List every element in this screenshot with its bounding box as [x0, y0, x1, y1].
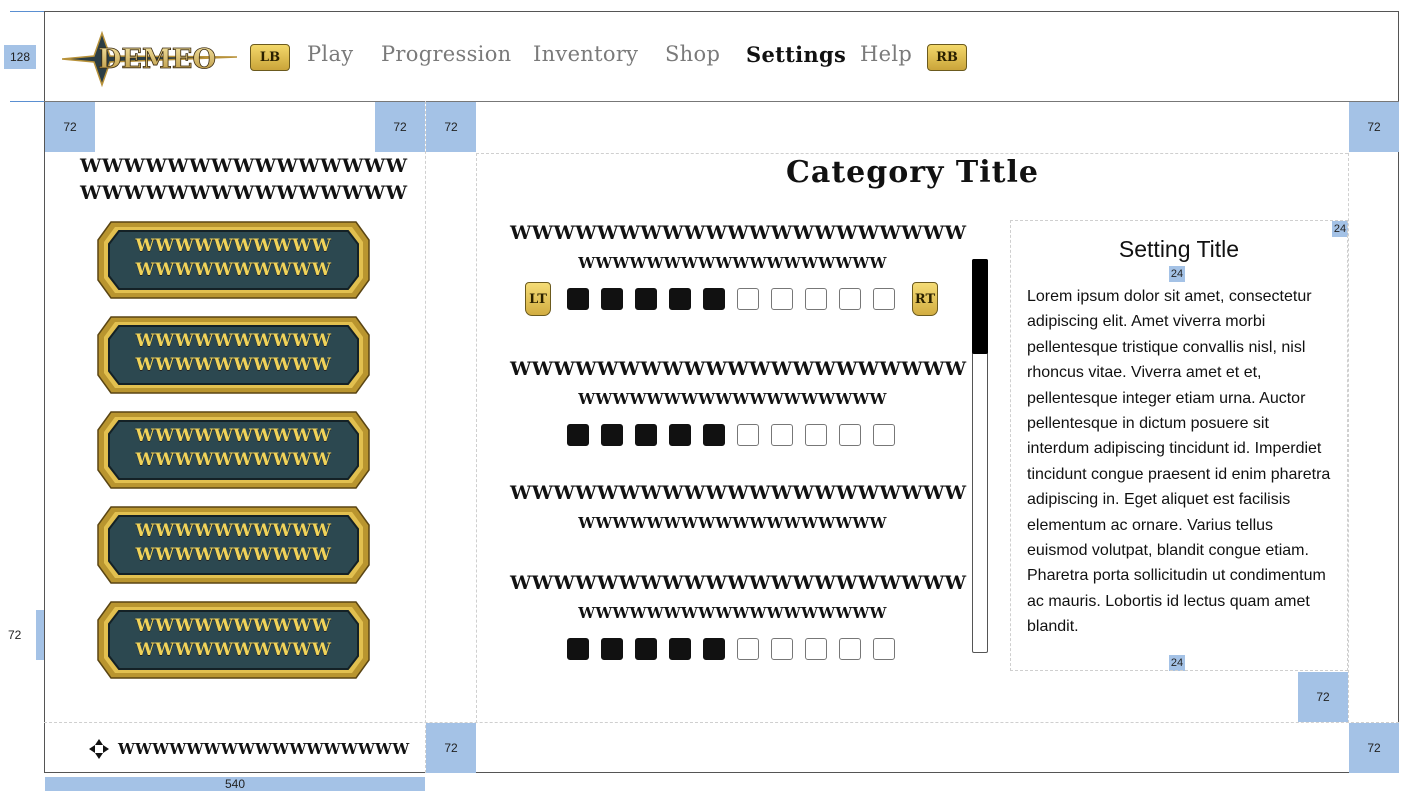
setting-value: WWWWWWWWWWWWWWWWWW	[578, 254, 887, 272]
tab-help[interactable]: Help	[860, 42, 912, 66]
guide-line	[10, 11, 44, 12]
sidebar-button-label: WWWWWWWWWW	[135, 521, 332, 541]
level-box[interactable]	[873, 638, 895, 660]
setting-name: WWWWWWWWWWWWWWWWWWWWW	[510, 482, 967, 504]
level-box[interactable]	[873, 424, 895, 446]
annotation-padding: 72	[426, 102, 476, 152]
setting-level-meter[interactable]	[567, 638, 895, 660]
setting-value: WWWWWWWWWWWWWWWWWW	[578, 390, 887, 408]
tab-progression[interactable]: Progression	[381, 42, 511, 66]
sidebar-button-label: WWWWWWWWWW	[135, 355, 332, 375]
level-box[interactable]	[669, 288, 691, 310]
tab-inventory[interactable]: Inventory	[533, 42, 638, 66]
level-box[interactable]	[567, 638, 589, 660]
annotation-header-height: 128	[4, 45, 36, 69]
annotation-padding: 72	[1349, 723, 1399, 773]
level-box[interactable]	[567, 424, 589, 446]
content-guide	[476, 153, 1348, 154]
footer-guide	[44, 722, 1399, 723]
content-guide	[1348, 153, 1349, 723]
level-box[interactable]	[805, 288, 827, 310]
sidebar-heading-line: WWWWWWWWWWWWWWW	[80, 155, 408, 177]
sidebar-button-label: WWWWWWWWWW	[135, 545, 332, 565]
level-box[interactable]	[601, 424, 623, 446]
level-box[interactable]	[669, 638, 691, 660]
setting-name: WWWWWWWWWWWWWWWWWWWWW	[510, 222, 967, 244]
sidebar-button-label: WWWWWWWWWW	[135, 450, 332, 470]
level-box[interactable]	[737, 638, 759, 660]
right-trigger-button[interactable]: RT	[912, 282, 938, 316]
level-box[interactable]	[635, 424, 657, 446]
setting-name: WWWWWWWWWWWWWWWWWWWWW	[510, 358, 967, 380]
dpad-icon	[89, 739, 109, 759]
logo-text: DEMEO	[98, 44, 216, 75]
setting-value: WWWWWWWWWWWWWWWWWW	[578, 604, 887, 622]
setting-description-body: Lorem ipsum dolor sit amet, consectetur …	[1027, 288, 1331, 636]
level-box[interactable]	[839, 638, 861, 660]
column-divider	[425, 101, 426, 773]
right-bumper-button[interactable]: RB	[927, 44, 967, 71]
sidebar-category-button[interactable]: WWWWWWWWWW WWWWWWWWWW	[97, 315, 370, 395]
setting-description-panel: Setting Title Lorem ipsum dolor sit amet…	[1010, 220, 1348, 671]
annotation-left-72: 72	[8, 628, 22, 642]
sidebar-category-button[interactable]: WWWWWWWWWW WWWWWWWWWW	[97, 220, 370, 300]
sidebar-button-label: WWWWWWWWWW	[135, 260, 332, 280]
annotation-marker	[36, 610, 44, 660]
header-divider	[44, 101, 1399, 102]
setting-name: WWWWWWWWWWWWWWWWWWWWW	[510, 572, 967, 594]
setting-description-title: Setting Title	[1118, 236, 1240, 262]
tab-play[interactable]: Play	[307, 42, 353, 66]
left-trigger-button[interactable]: LT	[525, 282, 551, 316]
level-box[interactable]	[839, 288, 861, 310]
setting-value: WWWWWWWWWWWWWWWWWW	[578, 514, 887, 532]
sidebar-button-label: WWWWWWWWWW	[135, 616, 332, 636]
scrollbar-thumb[interactable]	[972, 259, 988, 354]
level-box[interactable]	[635, 288, 657, 310]
level-box[interactable]	[669, 424, 691, 446]
level-box[interactable]	[737, 424, 759, 446]
annotation-padding: 72	[1349, 102, 1399, 152]
level-box[interactable]	[805, 638, 827, 660]
footer-hint-label: WWWWWWWWWWWWWWWWW	[118, 740, 410, 758]
footer-hint: WWWWWWWWWWWWWWWWW	[88, 738, 409, 760]
level-box[interactable]	[771, 638, 793, 660]
annotation-padding: 72	[1298, 672, 1348, 722]
category-title: Category Title	[786, 155, 1039, 190]
setting-level-meter[interactable]	[567, 424, 895, 446]
level-box[interactable]	[703, 288, 725, 310]
level-box[interactable]	[601, 288, 623, 310]
sidebar-button-label: WWWWWWWWWW	[135, 236, 332, 256]
sidebar-heading-line: WWWWWWWWWWWWWWW	[80, 182, 408, 204]
tab-shop[interactable]: Shop	[665, 42, 720, 66]
level-box[interactable]	[635, 638, 657, 660]
annotation-padding: 72	[45, 102, 95, 152]
sidebar-button-label: WWWWWWWWWW	[135, 426, 332, 446]
content-guide	[476, 153, 477, 723]
setting-level-meter[interactable]	[567, 288, 895, 310]
level-box[interactable]	[703, 424, 725, 446]
sidebar-button-label: WWWWWWWWWW	[135, 331, 332, 351]
level-box[interactable]	[703, 638, 725, 660]
sidebar-category-button[interactable]: WWWWWWWWWW WWWWWWWWWW	[97, 505, 370, 585]
settings-scrollbar[interactable]	[972, 259, 988, 653]
sidebar-heading: WWWWWWWWWWWWWWW WWWWWWWWWWWWWWW	[80, 153, 408, 207]
left-bumper-button[interactable]: LB	[250, 44, 290, 71]
level-box[interactable]	[805, 424, 827, 446]
annotation-padding: 72	[426, 723, 476, 773]
annotation-padding: 72	[375, 102, 425, 152]
level-box[interactable]	[839, 424, 861, 446]
tab-settings[interactable]: Settings	[746, 42, 846, 67]
sidebar-category-button[interactable]: WWWWWWWWWW WWWWWWWWWW	[97, 600, 370, 680]
guide-line	[10, 101, 44, 102]
level-box[interactable]	[771, 288, 793, 310]
level-box[interactable]	[601, 638, 623, 660]
sidebar-category-button[interactable]: WWWWWWWWWW WWWWWWWWWW	[97, 410, 370, 490]
level-box[interactable]	[873, 288, 895, 310]
level-box[interactable]	[737, 288, 759, 310]
level-box[interactable]	[567, 288, 589, 310]
demeo-logo: DEMEO	[62, 30, 237, 88]
level-box[interactable]	[771, 424, 793, 446]
sidebar-button-label: WWWWWWWWWW	[135, 640, 332, 660]
annotation-left-width: 540	[45, 777, 425, 791]
